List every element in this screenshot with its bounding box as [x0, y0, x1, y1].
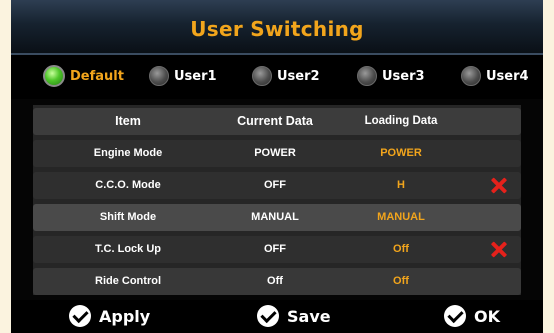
- current-value: MANUAL: [251, 211, 299, 223]
- column-header-item: Item: [115, 114, 141, 128]
- loading-value: MANUAL: [377, 211, 425, 223]
- item-name: C.C.O. Mode: [95, 179, 161, 191]
- current-value: Off: [267, 275, 283, 287]
- radio-icon: [252, 66, 272, 86]
- user-option-label: User3: [382, 68, 425, 84]
- user-option-label: User1: [174, 68, 217, 84]
- table-header-row: Item Current Data Loading Data: [33, 108, 521, 135]
- check-circle-icon: [257, 305, 279, 327]
- loading-value: H: [397, 179, 405, 191]
- user-option-label: User4: [486, 68, 529, 84]
- column-header-current-data: Current Data: [237, 114, 313, 128]
- save-button[interactable]: Save: [257, 304, 331, 328]
- check-circle-icon: [69, 305, 91, 327]
- user-option-user1[interactable]: User1: [149, 65, 217, 87]
- radio-icon: [149, 66, 169, 86]
- item-name: Shift Mode: [99, 211, 157, 223]
- user-option-label: Default: [70, 68, 124, 84]
- data-table: Item Current Data Loading Data Engine Mo…: [33, 105, 521, 295]
- current-value: POWER: [254, 147, 296, 159]
- check-circle-icon: [444, 305, 466, 327]
- table-row-highlighted[interactable]: Shift Mode MANUAL MANUAL: [33, 204, 521, 231]
- ok-button-label: OK: [474, 306, 500, 326]
- ok-button[interactable]: OK: [444, 304, 500, 328]
- item-name: T.C. Lock Up: [94, 243, 161, 255]
- loading-value: POWER: [380, 147, 422, 159]
- table-row[interactable]: T.C. Lock Up OFF Off: [33, 236, 521, 263]
- radio-selected-icon: [43, 65, 65, 87]
- user-selector: Default User1 User2 User3 User4: [11, 55, 543, 99]
- current-value: OFF: [264, 243, 286, 255]
- user-option-default[interactable]: Default: [43, 65, 124, 87]
- radio-icon: [461, 66, 481, 86]
- mismatch-x-icon: [491, 242, 506, 257]
- radio-icon: [357, 66, 377, 86]
- user-option-user3[interactable]: User3: [357, 65, 425, 87]
- loading-value: Off: [393, 275, 409, 287]
- save-button-label: Save: [287, 306, 331, 326]
- table-row[interactable]: Engine Mode POWER POWER: [33, 140, 521, 167]
- title-bar: User Switching: [11, 0, 543, 55]
- mismatch-x-icon: [491, 178, 506, 193]
- apply-button[interactable]: Apply: [69, 304, 150, 328]
- user-option-user4[interactable]: User4: [461, 65, 529, 87]
- current-value: OFF: [264, 179, 286, 191]
- item-name: Ride Control: [95, 275, 161, 287]
- action-bar: Apply Save OK: [11, 300, 543, 333]
- table-row[interactable]: Ride Control Off Off: [33, 268, 521, 295]
- table-row[interactable]: C.C.O. Mode OFF H: [33, 172, 521, 199]
- column-header-loading-data: Loading Data: [364, 115, 438, 127]
- loading-value: Off: [393, 243, 409, 255]
- apply-button-label: Apply: [99, 306, 151, 326]
- user-option-user2[interactable]: User2: [252, 65, 320, 87]
- item-name: Engine Mode: [93, 147, 163, 159]
- monitor-screen: User Switching Default User1 User2 User3…: [11, 0, 543, 333]
- user-option-label: User2: [277, 68, 320, 84]
- page-title: User Switching: [190, 17, 364, 41]
